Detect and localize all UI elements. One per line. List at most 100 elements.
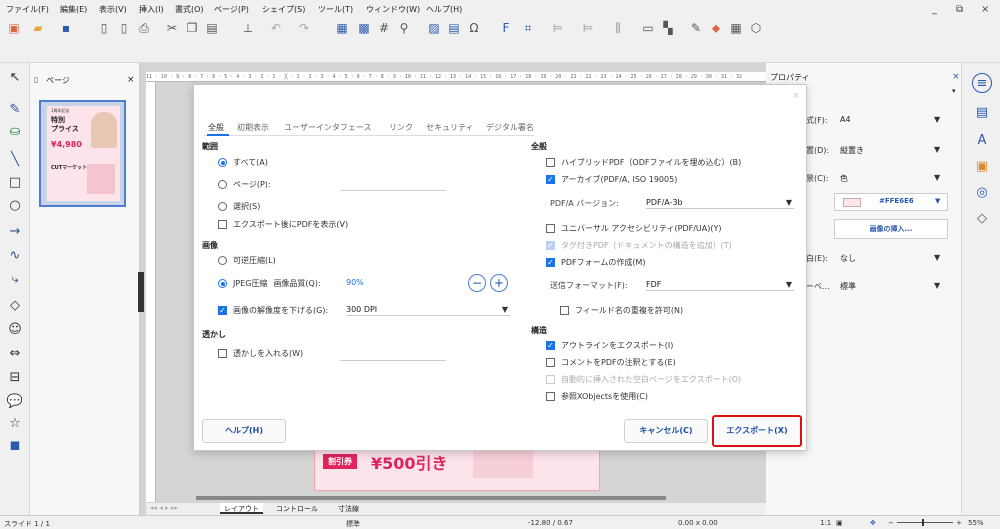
export-icon[interactable]: ▯ — [96, 21, 112, 35]
tab-security[interactable]: セキュリティ — [426, 122, 474, 133]
open-folder-icon[interactable]: ▰ — [30, 21, 46, 35]
cut-icon[interactable]: ✂ — [164, 21, 180, 35]
fit-icon[interactable]: ✥ — [870, 519, 876, 527]
3d-objects-icon[interactable]: ◼ — [6, 437, 24, 455]
ellipse-icon[interactable]: ○ — [6, 197, 24, 215]
pages-input[interactable] — [340, 181, 446, 191]
cancel-button[interactable]: キャンセル(C) — [624, 419, 708, 443]
orientation-value[interactable]: 縦置き — [840, 145, 864, 156]
radio[interactable] — [218, 180, 227, 189]
shapes-icon[interactable]: ◇ — [972, 209, 992, 229]
range-pages-option[interactable]: ページ(P): — [218, 179, 271, 190]
chevron-down-icon[interactable]: ▼ — [934, 253, 940, 262]
line-icon[interactable]: ╲ — [6, 151, 24, 169]
distribute-icon[interactable]: ⫼ — [610, 21, 626, 35]
tab-controls[interactable]: コントロール — [276, 504, 318, 514]
range-all-option[interactable]: すべて(A) — [218, 157, 268, 168]
shapes-icon[interactable]: ⬡ — [748, 21, 764, 35]
comments-as-annotations-checkbox[interactable]: コメントをPDFの注釈とする(E) — [546, 357, 676, 368]
save-icon[interactable]: ▪ — [58, 21, 74, 35]
horizontal-scrollbar[interactable] — [196, 496, 666, 500]
submit-format-dropdown[interactable]: FDF ▼ — [646, 280, 794, 291]
fontwork-icon[interactable]: F — [498, 21, 514, 35]
menu-tools[interactable]: ツール(T) — [318, 4, 353, 15]
transform-icon[interactable]: ⌗ — [520, 21, 536, 35]
toggle-extrusion-icon[interactable]: ▦ — [728, 21, 744, 35]
curve-icon[interactable]: ∿ — [6, 247, 24, 265]
lossless-option[interactable]: 可逆圧縮(L) — [218, 255, 276, 266]
points-icon[interactable]: ✎ — [688, 21, 704, 35]
radio-selected[interactable] — [218, 158, 227, 167]
symbol-shapes-icon[interactable]: ☺ — [6, 321, 24, 339]
select-icon[interactable]: ↖ — [6, 69, 24, 87]
checkbox-checked[interactable]: ✓ — [546, 175, 555, 184]
export-outline-checkbox[interactable]: ✓ アウトラインをエクスポート(I) — [546, 340, 673, 351]
tab-layout[interactable]: レイアウト — [220, 503, 263, 514]
pages-close-icon[interactable]: × — [127, 75, 135, 85]
zoom-in-icon[interactable]: + — [956, 519, 962, 527]
tab-initial-view[interactable]: 初期表示 — [237, 122, 269, 133]
checkbox[interactable] — [218, 349, 227, 358]
grid-icon[interactable]: ▦ — [334, 21, 350, 35]
redo-icon[interactable]: ↷ — [296, 21, 312, 35]
snap-icon[interactable]: # — [376, 21, 392, 35]
reference-xobjects-checkbox[interactable]: 参照XObjectsを使用(C) — [546, 391, 648, 402]
image-icon[interactable]: ▨ — [426, 21, 442, 35]
line-arrow-icon[interactable]: → — [6, 223, 24, 241]
chevron-down-icon[interactable]: ▼ — [934, 115, 940, 124]
checkbox-checked[interactable]: ✓ — [218, 306, 227, 315]
reduce-resolution-checkbox[interactable]: ✓ 画像の解像度を下げる(G): — [218, 305, 328, 316]
export-button[interactable]: エクスポート(X) — [712, 415, 802, 447]
gallery-icon[interactable]: ▣ — [972, 157, 992, 177]
chevron-down-icon[interactable]: ▼ — [934, 145, 940, 154]
coupon-area[interactable]: 割引券 ¥500引き — [314, 445, 600, 491]
crop-icon[interactable]: ▚ — [660, 21, 676, 35]
checkbox[interactable] — [546, 224, 555, 233]
tab-digital-signatures[interactable]: デジタル署名 — [486, 122, 534, 133]
styles-icon[interactable]: A — [972, 131, 992, 151]
master-value[interactable]: 標準 — [840, 281, 856, 292]
watermark-input[interactable] — [340, 351, 446, 361]
checkbox[interactable] — [546, 392, 555, 401]
textbox-icon[interactable]: ▤ — [446, 21, 462, 35]
glue-icon[interactable]: ⬥ — [708, 21, 724, 35]
show-pdf-after-export-checkbox[interactable]: エクスポート後にPDFを表示(V) — [218, 219, 348, 230]
chevron-down-icon[interactable]: ▼ — [934, 281, 940, 290]
checkbox[interactable] — [218, 220, 227, 229]
chevron-down-icon[interactable]: ▼ — [786, 280, 792, 289]
quality-input[interactable]: 90% — [346, 278, 464, 289]
zoom-out-icon[interactable]: − — [888, 519, 894, 527]
chevron-down-icon[interactable]: ▼ — [502, 305, 508, 314]
page-thumbnail[interactable]: 1周年記念 特別 プライス ¥4,980 CUTマーケット — [39, 100, 126, 207]
chevron-down-icon[interactable]: ▼ — [934, 173, 940, 182]
zoom-level[interactable]: 55% — [968, 519, 984, 527]
clone-formatting-icon[interactable]: ⊥ — [240, 21, 256, 35]
chevron-down-icon[interactable]: ▼ — [786, 198, 792, 207]
margin-value[interactable]: なし — [840, 253, 856, 264]
special-char-icon[interactable]: Ω — [466, 21, 482, 35]
decrease-quality-button[interactable]: − — [468, 274, 486, 292]
insert-image-button[interactable]: 画像の挿入... — [834, 219, 948, 239]
menu-page[interactable]: ページ(P) — [214, 4, 249, 15]
helplines-icon[interactable]: ▩ — [356, 21, 372, 35]
zoom-slider-thumb[interactable] — [922, 519, 924, 526]
pdfa-version-dropdown[interactable]: PDF/A-3b ▼ — [646, 198, 794, 209]
arrange-icon[interactable]: ⊨ — [580, 21, 596, 35]
menu-shape[interactable]: シェイプ(S) — [262, 4, 305, 15]
print-icon[interactable]: ⎙ — [136, 21, 152, 35]
dialog-close-icon[interactable]: × — [792, 91, 800, 101]
menu-help[interactable]: ヘルプ(H) — [426, 4, 462, 15]
jpeg-option[interactable]: JPEG圧縮 画像品質(Q): — [218, 278, 321, 289]
flowchart-icon[interactable]: ⊟ — [6, 369, 24, 387]
export-pdf-icon[interactable]: ▯ — [116, 21, 132, 35]
color-dropdown[interactable]: #FFE6E6 ▼ — [834, 193, 948, 211]
format-value[interactable]: A4 — [840, 115, 851, 124]
background-value[interactable]: 色 — [840, 173, 848, 184]
minimize-icon[interactable]: _ — [932, 4, 937, 15]
tab-nav-arrows[interactable]: ◂◂ ◂ ▸ ▸▸ — [150, 504, 178, 512]
undo-icon[interactable]: ↶ — [268, 21, 284, 35]
radio[interactable] — [218, 256, 227, 265]
zoom-slider[interactable] — [897, 522, 953, 523]
tab-links[interactable]: リンク — [389, 122, 413, 133]
help-button[interactable]: ヘルプ(H) — [202, 419, 286, 443]
